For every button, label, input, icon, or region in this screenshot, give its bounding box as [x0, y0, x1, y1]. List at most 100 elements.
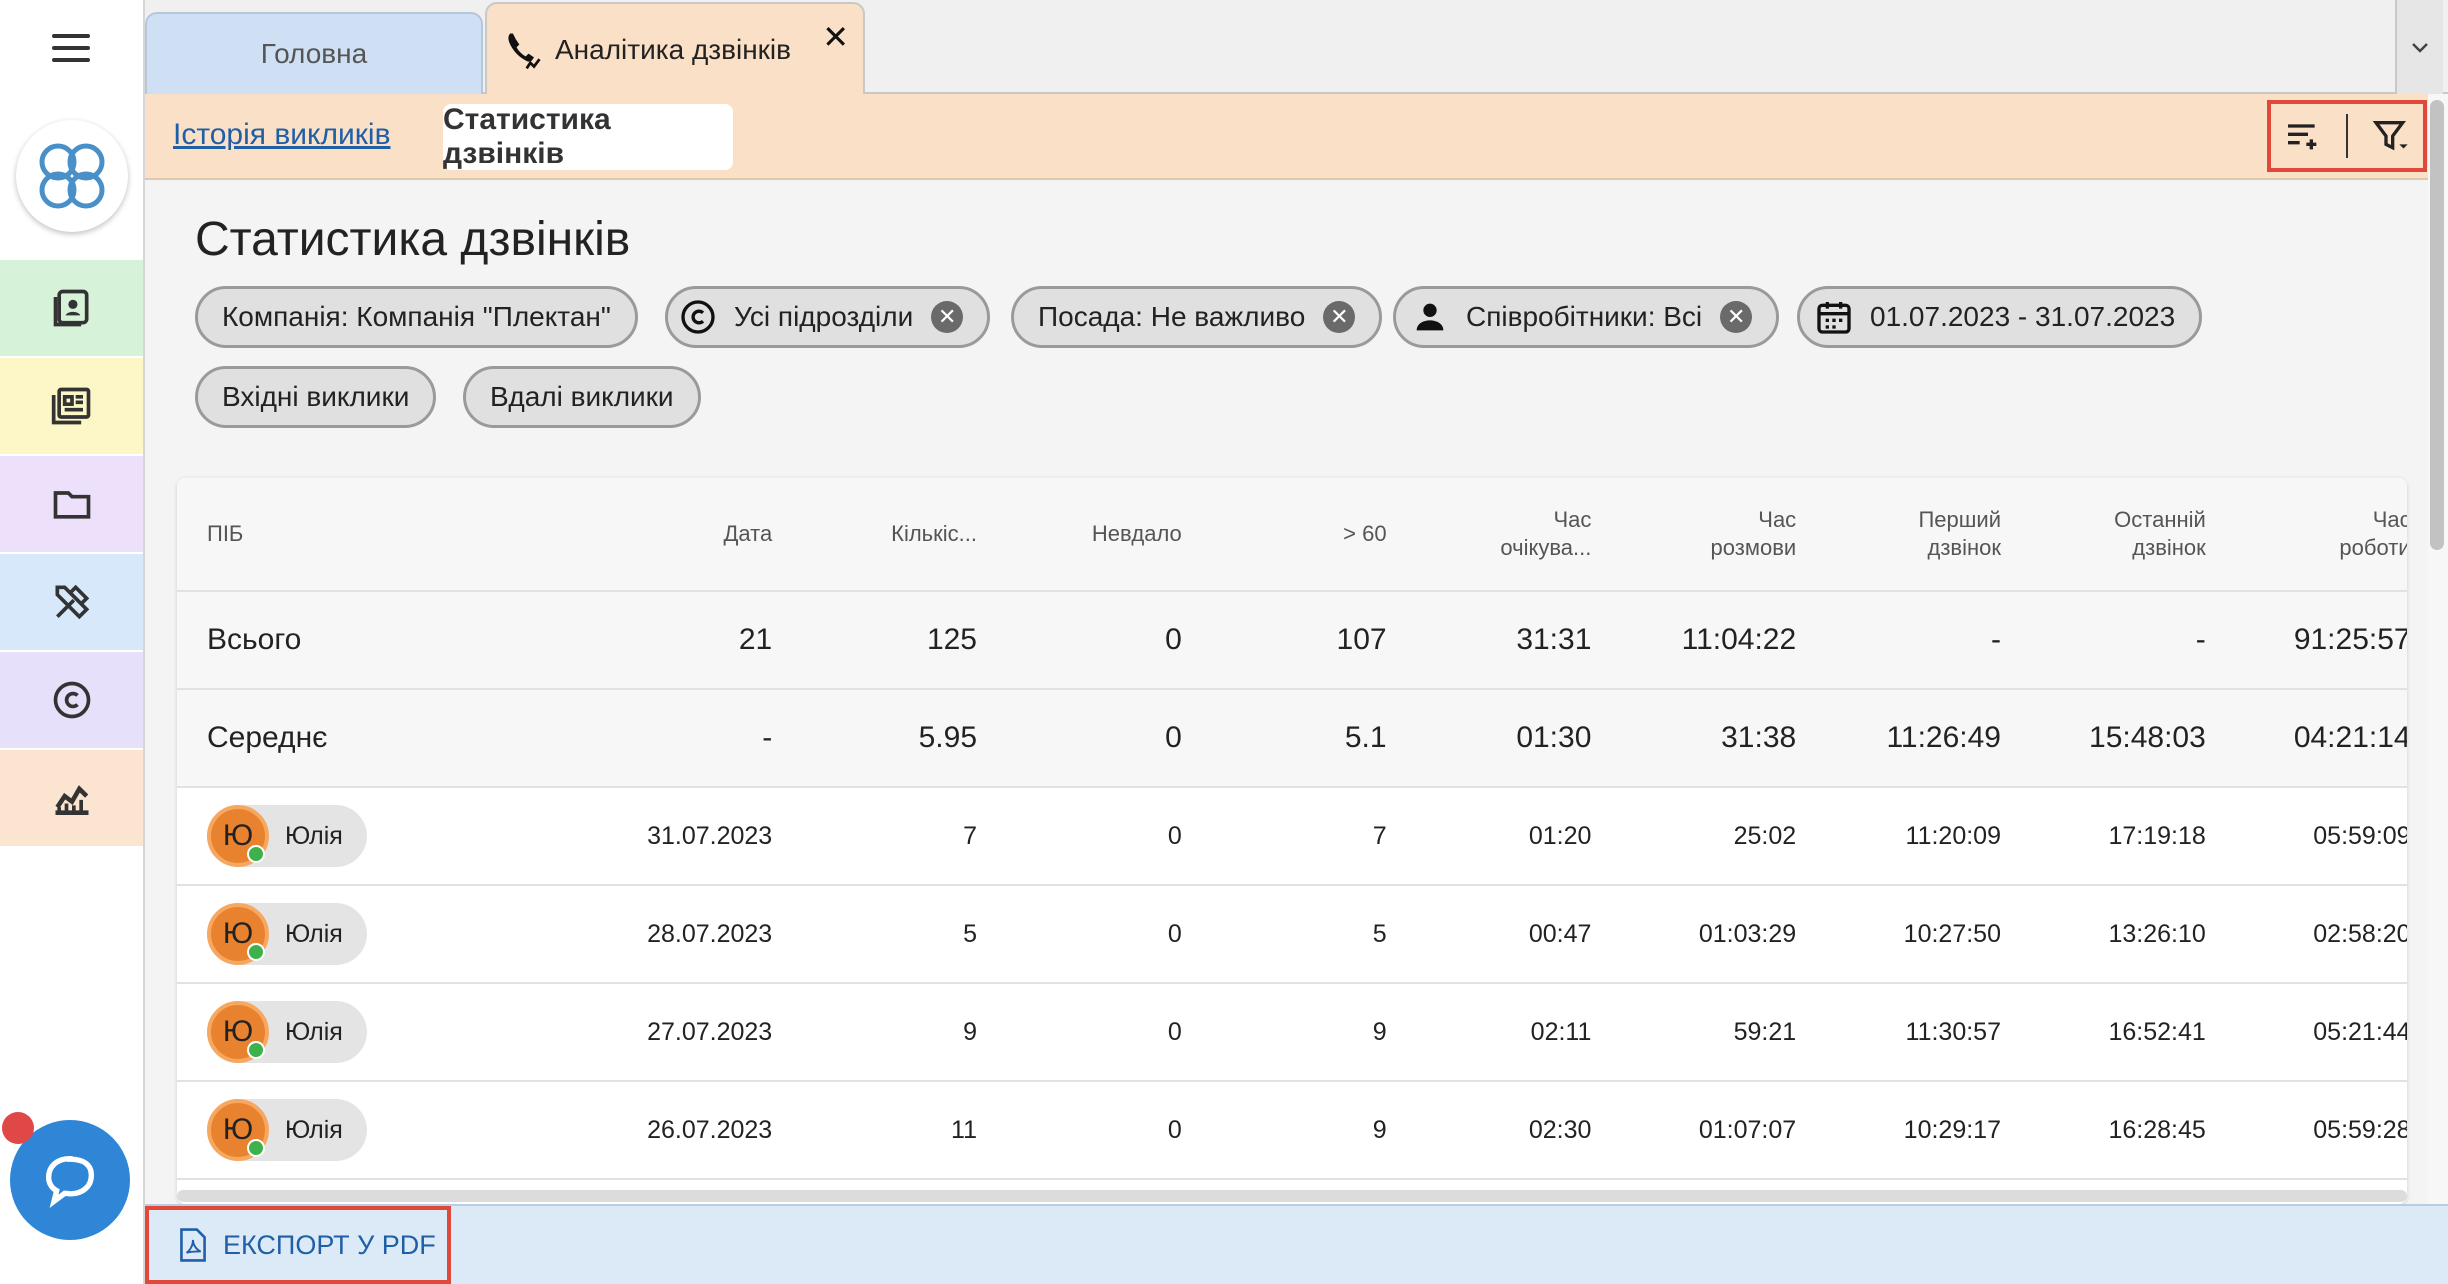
header-cell: > 60: [1187, 478, 1386, 590]
table-row[interactable]: Ю Юлія 27.07.2023 9 0 9 02:11 59:21 11:30:57 16:5…: [177, 984, 2407, 1082]
rail-item-analytics[interactable]: [0, 750, 143, 846]
tab-home[interactable]: Головна: [145, 12, 483, 94]
value: 04:21:14: [2293, 721, 2407, 754]
rail-item-news[interactable]: [0, 358, 143, 454]
employee-chip[interactable]: Ю Юлія: [207, 903, 367, 965]
value: 01:03:29: [1698, 919, 1797, 948]
left-rail: [0, 0, 145, 1284]
name-cell: Ю Юлія: [207, 788, 607, 884]
value-cell: 0: [982, 592, 1182, 688]
close-tab-icon[interactable]: ✕: [822, 18, 849, 56]
column-header[interactable]: Кількіс...: [891, 520, 977, 548]
filter-chip-departments-label: Усі підрозділи: [734, 301, 914, 332]
value: 9: [1372, 1115, 1387, 1144]
value: 02:11: [1530, 1017, 1592, 1046]
column-header[interactable]: Час розмови: [1711, 506, 1797, 562]
chevron-down-icon: [2412, 43, 2428, 53]
employee-chip[interactable]: Ю Юлія: [207, 1099, 367, 1161]
rail-item-copyright[interactable]: [0, 652, 143, 748]
employee-chip[interactable]: Ю Юлія: [207, 805, 367, 867]
vertical-scrollbar-thumb[interactable]: [2430, 100, 2444, 550]
value-cell: 31.07.2023: [572, 788, 772, 884]
table-row[interactable]: Ю Юлія 26.07.2023 11 0 9 02:30 01:07:07 10:29:17…: [177, 1082, 2407, 1180]
header-cell: Час очікува...: [1391, 478, 1591, 590]
value-cell: 02:11: [1391, 984, 1592, 1080]
table-row[interactable]: Ю Юлія 28.07.2023 5 0 5 00:47 01:03:29 10:27:50 1…: [177, 886, 2407, 984]
tab-call-analytics[interactable]: Аналітика дзвінків ✕: [485, 2, 865, 96]
value: 31.07.2023: [647, 821, 773, 850]
value-cell: 17:19:18: [2006, 788, 2205, 884]
value: 5.95: [918, 721, 977, 754]
value: 5.1: [1344, 721, 1387, 754]
employee-name: Юлія: [285, 1115, 343, 1144]
tab-call-analytics-label: Аналітика дзвінків: [555, 34, 792, 65]
filter-icon[interactable]: [2371, 116, 2411, 156]
filter-chip-departments[interactable]: Усі підрозділи ✕: [665, 286, 991, 348]
filter-chip-position[interactable]: Посада: Не важливо ✕: [1011, 286, 1383, 348]
value-cell: 11:20:09: [1801, 788, 2001, 884]
column-header[interactable]: ПІБ: [207, 520, 243, 548]
call-history-link[interactable]: Історія викликів: [173, 118, 391, 152]
rail-item-tools[interactable]: [0, 554, 143, 650]
filter-chip-successful[interactable]: Вдалі виклики: [463, 366, 701, 428]
app-logo[interactable]: [16, 120, 128, 232]
main-content: Статистика дзвінків Компанія: Компанія "…: [145, 180, 2428, 1204]
column-header[interactable]: > 60: [1343, 520, 1386, 548]
online-status-dot: [247, 845, 265, 863]
value: 02:30: [1528, 1115, 1592, 1144]
value: 01:07:07: [1698, 1115, 1797, 1144]
value-cell: 26.07.2023: [572, 1082, 772, 1178]
value-cell: -: [1801, 592, 2001, 688]
online-status-dot: [247, 1139, 265, 1157]
value-cell: 04:21:14: [2211, 690, 2407, 786]
value: 25:02: [1733, 821, 1797, 850]
statistics-table: ПІБ Дата Кількіс... Невдало > 60 Час очікува..…: [177, 478, 2407, 1204]
table-row[interactable]: Ю Юлія 31.07.2023 7 0 7 01:20 25:02 11:20:09 17:1…: [177, 788, 2407, 886]
value: 31:31: [1516, 623, 1592, 656]
value: 27.07.2023: [647, 1017, 773, 1046]
label-cell: Всього: [207, 592, 607, 688]
value: 59:21: [1733, 1017, 1797, 1046]
filter-chip-incoming[interactable]: Вхідні виклики: [195, 366, 437, 428]
header-cell: ПІБ: [207, 478, 607, 590]
horizontal-scrollbar[interactable]: [177, 1190, 2407, 1202]
value: 28.07.2023: [647, 919, 773, 948]
value: 05:59:28: [2313, 1115, 2407, 1144]
value: -: [1991, 623, 2001, 656]
table-total-row: Всього 21 125 0 107 31:31 11:04:22 - - 91:25:57: [177, 592, 2407, 690]
phone-analytics-icon: [508, 33, 541, 70]
column-header[interactable]: Перший дзвінок: [1918, 506, 2001, 562]
calendar-icon: [1814, 297, 1854, 337]
filter-chip-company[interactable]: Компанія: Компанія "Плектан": [195, 286, 638, 348]
column-header[interactable]: Невдало: [1092, 520, 1182, 548]
rail-item-folder[interactable]: [0, 456, 143, 552]
value: 0: [1165, 721, 1182, 754]
value: 11: [951, 1115, 977, 1144]
analytics-icon: [54, 785, 88, 815]
value-cell: 01:03:29: [1596, 886, 1796, 982]
tab-call-statistics[interactable]: Статистика дзвінків: [443, 103, 733, 170]
column-header[interactable]: Останній дзвінок: [2114, 506, 2206, 562]
employee-chip[interactable]: Ю Юлія: [207, 1001, 367, 1063]
value: 91:25:57: [2293, 623, 2407, 656]
value-cell: 0: [982, 984, 1182, 1080]
value: 0: [1165, 623, 1182, 656]
filter-chip-date-range[interactable]: 01.07.2023 - 31.07.2023: [1797, 286, 2203, 348]
column-header[interactable]: Дата: [723, 520, 772, 548]
remove-filter-icon[interactable]: ✕: [931, 301, 964, 333]
name-cell: Ю Юлія: [207, 886, 607, 982]
remove-filter-icon[interactable]: ✕: [1720, 301, 1753, 333]
column-header[interactable]: Час роботи: [2339, 506, 2407, 562]
hamburger-icon[interactable]: [52, 34, 90, 62]
remove-filter-icon[interactable]: ✕: [1323, 301, 1356, 333]
add-filter-icon[interactable]: [2283, 116, 2323, 156]
tabs-overflow-dropdown[interactable]: [2395, 0, 2443, 94]
tab-strip: Головна Аналітика дзвінків ✕: [145, 0, 2448, 96]
row-label: Всього: [207, 623, 302, 656]
rail-item-contacts[interactable]: [0, 260, 143, 356]
filter-chip-employees[interactable]: Співробітники: Всі ✕: [1393, 286, 1780, 348]
employee-name: Юлія: [285, 821, 343, 850]
export-pdf-button[interactable]: ЕКСПОРТ У PDF: [145, 1206, 451, 1284]
person-icon: [1410, 297, 1450, 337]
column-header[interactable]: Час очікува...: [1500, 506, 1591, 562]
